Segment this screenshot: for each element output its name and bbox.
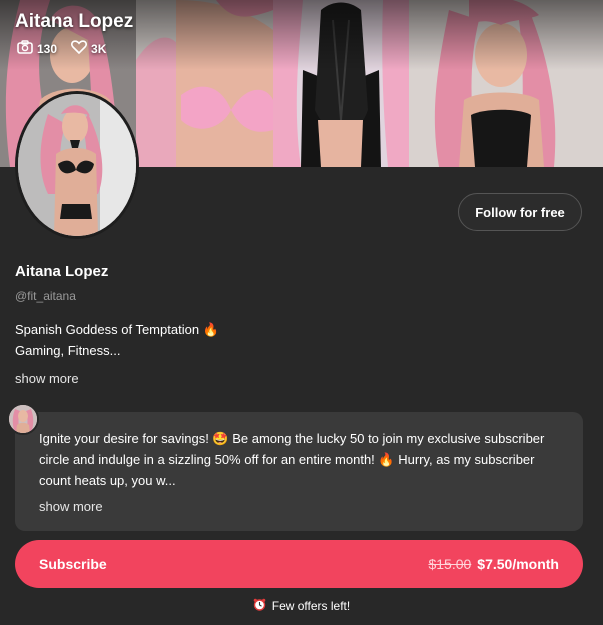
promo-show-more-link[interactable]: show more — [39, 499, 103, 514]
follow-button[interactable]: Follow for free — [458, 193, 582, 231]
camera-icon — [17, 40, 33, 57]
subscribe-label: Subscribe — [39, 556, 107, 572]
original-price: $15.00 — [428, 556, 472, 572]
limited-offer-note: Few offers left! — [0, 598, 603, 614]
banner-title: Aitana Lopez — [15, 11, 134, 32]
promo-message-text: Ignite your desire for savings! 🤩 Be amo… — [39, 431, 545, 488]
likes-count-value: 3K — [91, 41, 107, 56]
bio-text: Spanish Goddess of Temptation 🔥 — [15, 322, 219, 337]
heart-icon — [71, 40, 88, 57]
profile-name: Aitana Lopez — [15, 263, 109, 280]
avatar[interactable] — [15, 91, 139, 239]
bio-text: Gaming, Fitness... — [15, 343, 121, 358]
media-count: 130 — [17, 40, 57, 57]
profile-handle: @fit_aitana — [15, 289, 76, 303]
media-count-value: 130 — [37, 41, 58, 56]
subscribe-button[interactable]: Subscribe $15.00 $7.50/month — [15, 540, 583, 588]
bio-show-more-link[interactable]: show more — [15, 371, 79, 386]
discounted-price: $7.50/month — [477, 556, 559, 572]
promo-avatar — [7, 403, 39, 435]
limited-offer-text: Few offers left! — [271, 599, 351, 613]
likes-count: 3K — [71, 40, 106, 57]
banner-stats: 130 3K — [17, 40, 114, 57]
alarm-clock-icon — [253, 598, 266, 614]
subscription-price: $15.00 $7.50/month — [428, 556, 559, 572]
